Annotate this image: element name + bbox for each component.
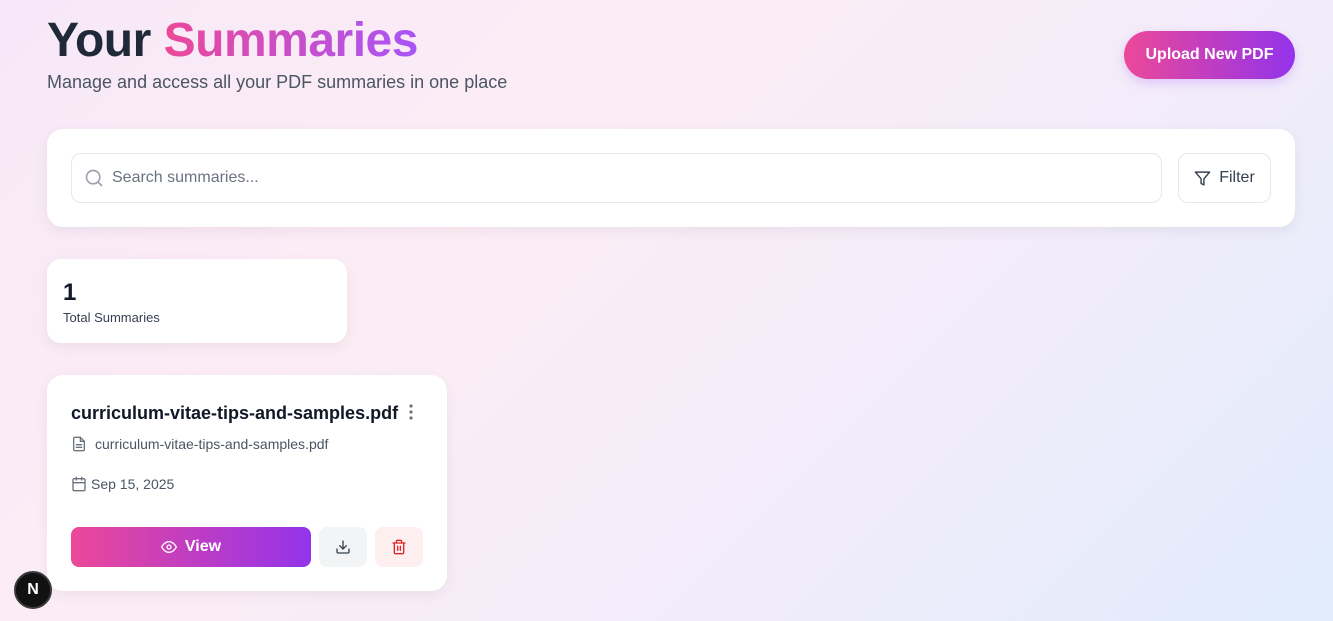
file-icon	[73, 436, 85, 452]
page-header: Your Summaries Manage and access all you…	[47, 14, 507, 93]
summary-card-title: curriculum-vitae-tips-and-samples.pdf	[71, 403, 399, 423]
trash-icon	[392, 539, 406, 555]
summary-file-name: curriculum-vitae-tips-and-samples.pdf	[95, 436, 329, 452]
page-title: Your Summaries	[47, 14, 507, 68]
summary-file-row: curriculum-vitae-tips-and-samples.pdf	[71, 436, 328, 452]
page-title-plain: Your	[47, 14, 151, 67]
search-input[interactable]	[112, 154, 1152, 202]
filter-icon	[1194, 170, 1211, 186]
page-subtitle: Manage and access all your PDF summaries…	[47, 72, 508, 92]
summary-card: curriculum-vitae-tips-and-samples.pdf cu…	[47, 375, 447, 591]
page-title-accent: Summaries	[163, 14, 419, 67]
search-icon	[85, 169, 103, 187]
total-summaries-card: 1 Total Summaries	[47, 259, 347, 343]
total-summaries-label: Total Summaries	[63, 310, 160, 325]
summary-date-row: Sep 15, 2025	[71, 476, 174, 492]
download-icon	[336, 540, 350, 554]
summary-date: Sep 15, 2025	[91, 476, 175, 492]
total-summaries-count: 1	[63, 279, 77, 306]
upload-new-pdf-button[interactable]: Upload New PDF	[1124, 31, 1295, 79]
dev-tools-badge[interactable]: N	[14, 571, 52, 609]
calendar-icon	[72, 476, 86, 492]
view-button[interactable]: View	[71, 527, 311, 567]
search-box[interactable]	[71, 153, 1162, 203]
filter-button[interactable]: Filter	[1178, 153, 1271, 203]
download-button[interactable]	[319, 527, 367, 567]
eye-icon	[160, 541, 177, 553]
delete-button[interactable]	[375, 527, 423, 567]
filter-button-label: Filter	[1219, 169, 1255, 186]
view-button-label: View	[184, 538, 222, 555]
search-panel: Filter	[47, 129, 1295, 227]
more-options-icon[interactable]	[403, 403, 419, 421]
